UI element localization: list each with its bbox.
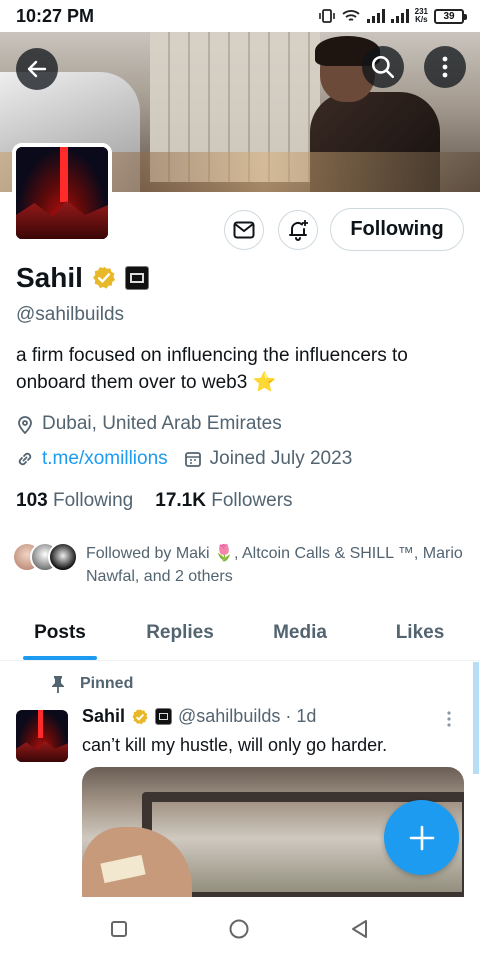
back-arrow-icon (27, 60, 47, 78)
post-handle-time: @sahilbuilds · 1d (178, 706, 317, 726)
message-button[interactable] (224, 210, 264, 250)
status-bar: 10:27 PM 231 K/s 39 (0, 0, 480, 32)
profile-tabs: Posts Replies Media Likes (0, 605, 480, 661)
post-more-button[interactable] (446, 710, 452, 733)
followers-label: Followers (211, 490, 293, 511)
more-button[interactable] (424, 46, 466, 88)
following-count-link[interactable]: 103 Following (16, 490, 133, 512)
followed-by-text: Followed by Maki 🌷, Altcoin Calls & SHIL… (86, 545, 463, 585)
tab-replies[interactable]: Replies (120, 605, 240, 660)
compose-plus-icon (409, 825, 434, 850)
profile-name: Sahil (16, 262, 83, 293)
profile-bio: a firm focused on influencing the influe… (16, 345, 408, 393)
post-avatar[interactable] (16, 710, 68, 762)
back-icon[interactable] (350, 919, 370, 939)
search-button[interactable] (362, 46, 404, 88)
compose-button[interactable] (384, 800, 459, 875)
search-icon (371, 55, 395, 79)
location-pin-icon (18, 416, 32, 434)
link-icon (18, 452, 32, 466)
followed-by-avatars (12, 542, 78, 588)
home-icon[interactable] (228, 918, 250, 940)
followers-count-link[interactable]: 17.1K Followers (155, 490, 292, 512)
wifi-icon (342, 10, 360, 21)
followed-by[interactable]: Followed by Maki 🌷, Altcoin Calls & SHIL… (12, 542, 466, 588)
more-vertical-icon (447, 711, 451, 727)
followers-count: 17.1K (155, 490, 206, 511)
affiliate-badge-icon[interactable] (124, 266, 149, 290)
notify-button[interactable] (278, 210, 318, 250)
calendar-icon (184, 452, 201, 467)
battery-level: 39 (443, 10, 455, 22)
profile-handle: @sahilbuilds (16, 304, 125, 325)
location-text: Dubai, United Arab Emirates (42, 413, 282, 434)
battery-icon: 39 (434, 8, 467, 24)
profile-name-row: Sahil (16, 262, 149, 294)
net-speed: 231 K/s (415, 8, 428, 24)
following-button[interactable]: Following (330, 208, 464, 251)
profile-link[interactable]: t.me/xomillions (42, 448, 168, 470)
affiliate-badge-icon (155, 708, 173, 725)
verified-badge-icon (132, 708, 148, 724)
post-author[interactable]: Sahil (82, 706, 125, 727)
tab-likes[interactable]: Likes (360, 605, 480, 660)
net-speed-unit: K/s (415, 15, 428, 24)
pinned-label-row: Pinned (50, 675, 133, 693)
pinned-label: Pinned (80, 675, 134, 692)
back-button[interactable] (16, 48, 58, 90)
bell-plus-icon (289, 220, 308, 241)
pin-icon (52, 676, 64, 693)
vibrate-icon (318, 9, 335, 23)
profile-link-row: t.me/xomillions Joined July 2023 (16, 448, 352, 470)
post-text: can’t kill my hustle, will only go harde… (82, 735, 388, 755)
following-label: Following (52, 490, 134, 511)
recents-icon[interactable] (110, 920, 128, 938)
profile-location: Dubai, United Arab Emirates (16, 413, 282, 435)
status-icons: 231 K/s 39 (318, 8, 467, 24)
signal-icon (366, 9, 385, 23)
more-vertical-icon (442, 56, 448, 78)
joined-date: Joined July 2023 (209, 448, 353, 469)
signal-2-icon (390, 9, 409, 23)
tab-posts[interactable]: Posts (0, 605, 120, 660)
status-time: 10:27 PM (16, 5, 95, 26)
tab-media[interactable]: Media (240, 605, 360, 660)
verified-badge-icon[interactable] (91, 265, 117, 291)
profile-avatar[interactable] (12, 143, 112, 243)
avatar (48, 542, 78, 572)
scrollbar[interactable] (473, 662, 479, 774)
system-nav-bar (0, 897, 480, 960)
mail-icon (233, 221, 255, 239)
follow-counts: 103 Following 17.1K Followers (16, 490, 293, 512)
post-header: Sahil @sahilbuilds · 1d (82, 706, 316, 727)
following-count: 103 (16, 490, 48, 511)
